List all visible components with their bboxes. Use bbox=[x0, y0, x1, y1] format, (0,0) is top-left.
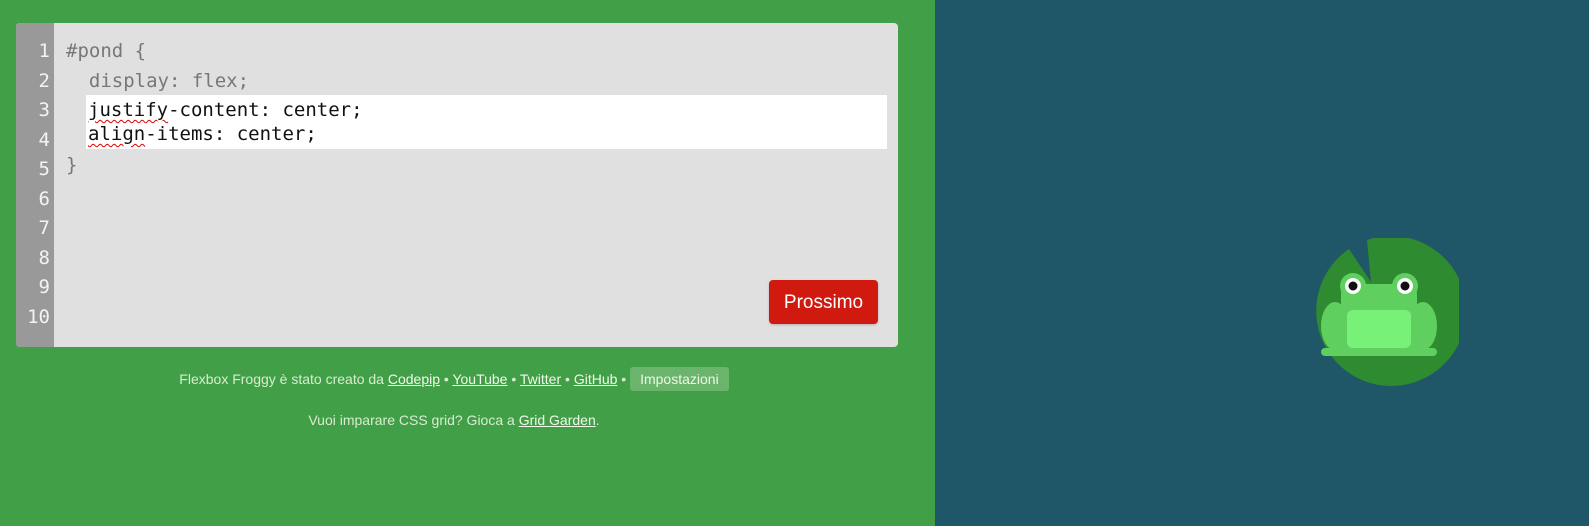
frog-right-pupil bbox=[1400, 281, 1410, 291]
line-number: 6 bbox=[38, 188, 50, 210]
frog-left-pupil bbox=[1348, 281, 1358, 291]
line-number: 10 bbox=[27, 306, 50, 328]
flexbox-froggy-page: 1 2 3 4 5 6 7 8 9 10 #pond { display: fl… bbox=[0, 0, 1589, 526]
input-line-justify-content[interactable]: justify-content: center; bbox=[88, 100, 363, 120]
separator: • bbox=[511, 371, 517, 387]
input-line-rest: -content: center; bbox=[168, 99, 363, 121]
pond-panel bbox=[935, 0, 1589, 526]
line-number: 7 bbox=[38, 217, 50, 239]
spellcheck-word: justify bbox=[88, 99, 169, 121]
spellcheck-word: align bbox=[88, 123, 146, 145]
twitter-link[interactable]: Twitter bbox=[520, 371, 561, 387]
credit-text: Flexbox Froggy è stato creato da bbox=[179, 371, 384, 387]
grid-promo-suffix: . bbox=[595, 412, 600, 428]
separator: • bbox=[443, 371, 449, 387]
css-editor: 1 2 3 4 5 6 7 8 9 10 #pond { display: fl… bbox=[16, 23, 898, 347]
grid-garden-promo: Vuoi imparare CSS grid? Gioca a Grid Gar… bbox=[0, 412, 908, 428]
line-number: 8 bbox=[38, 247, 50, 269]
frog-belly bbox=[1347, 310, 1411, 348]
separator: • bbox=[621, 371, 627, 387]
css-input-textarea[interactable]: justify-content: center; align-items: ce… bbox=[86, 95, 887, 149]
next-level-button[interactable]: Prossimo bbox=[769, 280, 878, 324]
line-number: 2 bbox=[38, 70, 50, 92]
youtube-link[interactable]: YouTube bbox=[452, 371, 507, 387]
github-link[interactable]: GitHub bbox=[574, 371, 618, 387]
credits-line: Flexbox Froggy è stato creato da Codepip… bbox=[0, 367, 908, 391]
code-line-display: display: flex; bbox=[66, 70, 250, 92]
settings-button[interactable]: Impostazioni bbox=[630, 367, 729, 391]
line-number: 5 bbox=[38, 158, 50, 180]
frog-feet bbox=[1321, 348, 1437, 356]
input-line-align-items[interactable]: align-items: center; bbox=[88, 124, 317, 144]
code-line-selector: #pond { bbox=[66, 40, 147, 62]
grid-garden-link[interactable]: Grid Garden bbox=[519, 412, 596, 428]
line-number-gutter: 1 2 3 4 5 6 7 8 9 10 bbox=[16, 23, 54, 347]
code-line-closing-brace: } bbox=[66, 154, 78, 176]
line-number: 3 bbox=[38, 99, 50, 121]
input-line-rest: -items: center; bbox=[145, 123, 317, 145]
line-number: 9 bbox=[38, 276, 50, 298]
codepip-link[interactable]: Codepip bbox=[388, 371, 440, 387]
left-panel: 1 2 3 4 5 6 7 8 9 10 #pond { display: fl… bbox=[0, 0, 935, 526]
grid-promo-text: Vuoi imparare CSS grid? Gioca a bbox=[308, 412, 515, 428]
separator: • bbox=[565, 371, 570, 387]
line-number: 1 bbox=[38, 40, 50, 62]
line-number: 4 bbox=[38, 129, 50, 151]
frog-on-lilypad bbox=[1316, 238, 1459, 386]
